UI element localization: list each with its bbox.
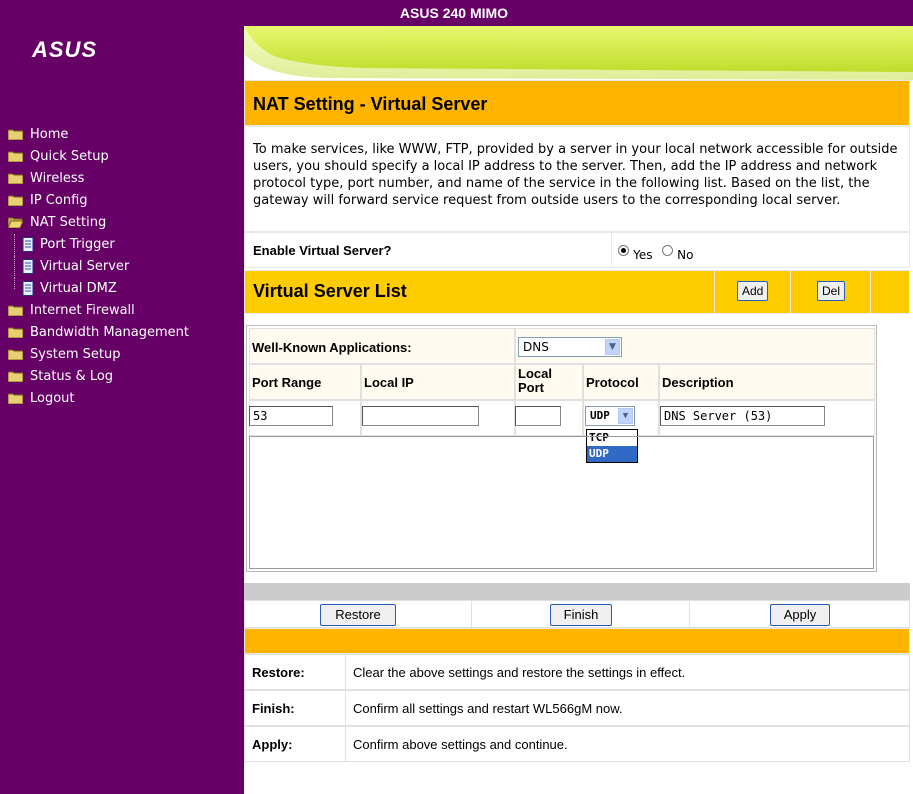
sidebar-item-label: Bandwidth Management: [30, 325, 189, 340]
column-header: Protocol: [586, 375, 639, 390]
column-header: Local IP: [364, 375, 414, 390]
header-banner: [244, 26, 913, 80]
help-row-finish: Finish: Confirm all settings and restart…: [244, 690, 910, 726]
local-port-input[interactable]: [515, 406, 561, 426]
help-row-apply: Apply: Confirm above settings and contin…: [244, 726, 910, 762]
sidebar-item-bandwidth-management[interactable]: Bandwidth Management: [0, 322, 244, 344]
action-buttons-row: Restore Finish Apply: [244, 600, 910, 628]
page-title: NAT Setting - Virtual Server: [244, 80, 910, 126]
main-content: NAT Setting - Virtual Server To make ser…: [244, 80, 910, 314]
document-icon: [22, 281, 34, 296]
no-option[interactable]: No: [662, 245, 694, 262]
sidebar-item-label: Wireless: [30, 171, 85, 186]
enable-virtual-server-options: Yes No: [611, 233, 910, 267]
port-range-input[interactable]: 53: [249, 406, 333, 426]
folder-icon: [8, 173, 23, 184]
sidebar-item-label: Logout: [30, 391, 75, 406]
column-header: Local Port: [518, 366, 552, 395]
del-button[interactable]: Del: [817, 281, 846, 301]
app-title: ASUS 240 MIMO: [399, 5, 509, 21]
virtual-server-list-title: Virtual Server List: [253, 281, 407, 301]
add-button[interactable]: Add: [737, 281, 769, 301]
folder-icon: [8, 349, 23, 360]
sidebar-item-label: Port Trigger: [40, 237, 115, 252]
sidebar-nav: Home Quick Setup Wireless IP Config NAT …: [0, 124, 244, 410]
help-key: Finish:: [252, 701, 295, 716]
sidebar-item-logout[interactable]: Logout: [0, 388, 244, 410]
sidebar: ASUS Home Quick Setup Wireless IP Config…: [0, 0, 244, 794]
document-icon: [22, 259, 34, 274]
sidebar-item-label: Virtual Server: [40, 259, 130, 274]
sidebar-item-home[interactable]: Home: [0, 124, 244, 146]
sidebar-item-wireless[interactable]: Wireless: [0, 168, 244, 190]
help-text: Confirm above settings and continue.: [353, 737, 568, 752]
help-text: Clear the above settings and restore the…: [353, 665, 686, 680]
column-header: Port Range: [252, 375, 322, 390]
folder-icon: [8, 129, 23, 140]
apply-button[interactable]: Apply: [770, 604, 830, 626]
no-radio[interactable]: [662, 245, 673, 256]
help-header-bar: [244, 628, 910, 654]
folder-icon: [8, 305, 23, 316]
protocol-select[interactable]: UDP ▼: [585, 406, 635, 426]
sidebar-item-label: Home: [30, 127, 69, 142]
svg-text:ASUS: ASUS: [31, 38, 97, 60]
open-folder-icon: [8, 217, 23, 228]
well-known-applications-value: DNS: [523, 340, 549, 354]
no-label: No: [677, 248, 694, 262]
sidebar-item-label: System Setup: [30, 347, 121, 362]
help-row-restore: Restore: Clear the above settings and re…: [244, 654, 910, 690]
page-description: To make services, like WWW, FTP, provide…: [244, 126, 910, 232]
folder-icon: [8, 151, 23, 162]
sidebar-item-virtual-dmz[interactable]: Virtual DMZ: [0, 278, 244, 300]
help-key: Restore:: [252, 665, 305, 680]
sidebar-item-port-trigger[interactable]: Port Trigger: [0, 234, 244, 256]
chevron-down-icon: ▼: [618, 408, 633, 424]
separator-bar: [244, 583, 910, 600]
folder-icon: [8, 393, 23, 404]
sidebar-item-system-setup[interactable]: System Setup: [0, 344, 244, 366]
help-text: Confirm all settings and restart WL566gM…: [353, 701, 623, 716]
sidebar-item-ip-config[interactable]: IP Config: [0, 190, 244, 212]
description-input[interactable]: DNS Server (53): [660, 406, 825, 426]
yes-radio[interactable]: [618, 245, 629, 256]
chevron-down-icon: ▼: [605, 339, 620, 355]
sidebar-item-label: NAT Setting: [30, 215, 107, 230]
sidebar-item-status-log[interactable]: Status & Log: [0, 366, 244, 388]
well-known-applications-select[interactable]: DNS ▼: [518, 337, 622, 357]
help-key: Apply:: [252, 737, 293, 752]
virtual-server-listbox[interactable]: [249, 436, 874, 569]
sidebar-item-label: Virtual DMZ: [40, 281, 117, 296]
sidebar-item-label: Quick Setup: [30, 149, 109, 164]
enable-virtual-server-label: Enable Virtual Server?: [253, 243, 392, 258]
virtual-server-list-header: Virtual Server List Add Del: [244, 270, 910, 314]
protocol-value: UDP: [590, 409, 610, 422]
well-known-applications-label: Well-Known Applications:: [252, 340, 412, 355]
column-header: Description: [662, 375, 734, 390]
enable-virtual-server-row: Enable Virtual Server? Yes No: [244, 232, 910, 268]
folder-icon: [8, 195, 23, 206]
virtual-server-entry-panel: Well-Known Applications: DNS ▼ Port Rang…: [246, 325, 877, 572]
sidebar-item-label: Status & Log: [30, 369, 114, 384]
asus-logo: ASUS: [31, 38, 97, 60]
sidebar-item-virtual-server[interactable]: Virtual Server: [0, 256, 244, 278]
sidebar-item-nat-setting[interactable]: NAT Setting: [0, 212, 244, 234]
document-icon: [22, 237, 34, 252]
sidebar-item-internet-firewall[interactable]: Internet Firewall: [0, 300, 244, 322]
finish-button[interactable]: Finish: [550, 604, 612, 626]
folder-icon: [8, 327, 23, 338]
folder-icon: [8, 371, 23, 382]
local-ip-input[interactable]: [362, 406, 479, 426]
restore-button[interactable]: Restore: [320, 604, 396, 626]
yes-option[interactable]: Yes: [618, 245, 653, 262]
sidebar-item-label: Internet Firewall: [30, 303, 135, 318]
yes-label: Yes: [633, 248, 653, 262]
sidebar-item-quick-setup[interactable]: Quick Setup: [0, 146, 244, 168]
sidebar-item-label: IP Config: [30, 193, 88, 208]
